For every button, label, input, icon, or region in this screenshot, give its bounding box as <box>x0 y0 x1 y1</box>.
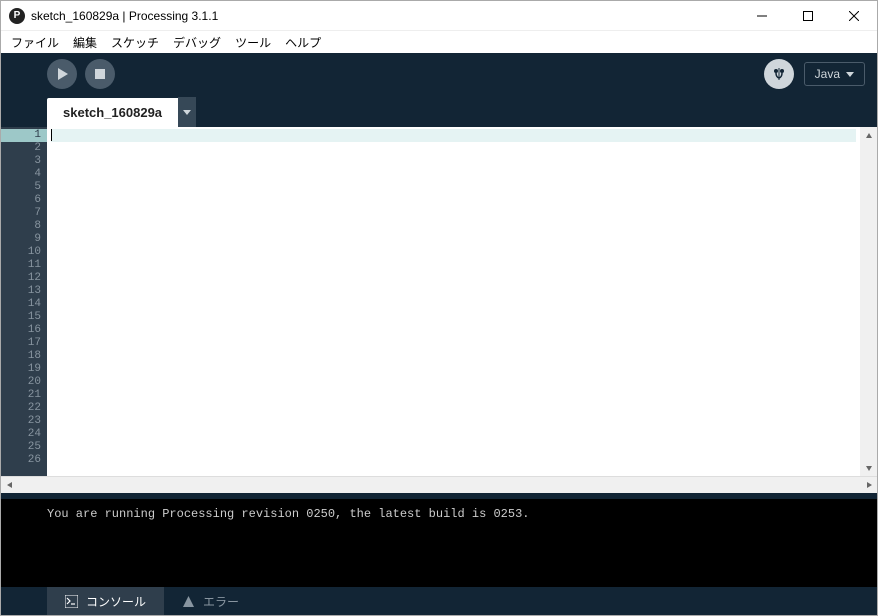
app-icon: P <box>9 8 25 24</box>
scroll-right-button[interactable] <box>860 477 877 493</box>
menu-tools[interactable]: ツール <box>229 32 277 53</box>
maximize-button[interactable] <box>785 1 831 31</box>
scroll-up-button[interactable] <box>860 127 877 144</box>
mode-label: Java <box>815 67 840 81</box>
console-icon <box>65 595 78 608</box>
tab-dropdown[interactable] <box>178 97 196 127</box>
window-title: sketch_160829a | Processing 3.1.1 <box>31 9 739 23</box>
scroll-left-button[interactable] <box>1 477 18 493</box>
chevron-down-icon <box>846 72 854 77</box>
horizontal-scrollbar[interactable] <box>1 476 877 493</box>
vertical-scrollbar[interactable] <box>860 127 877 476</box>
warning-icon <box>182 595 195 608</box>
editor-area: 1234567891011121314151617181920212223242… <box>1 127 877 476</box>
console-tab-label: コンソール <box>86 593 146 610</box>
minimize-button[interactable] <box>739 1 785 31</box>
menu-edit[interactable]: 編集 <box>67 32 103 53</box>
titlebar: P sketch_160829a | Processing 3.1.1 <box>1 1 877 31</box>
close-button[interactable] <box>831 1 877 31</box>
run-button[interactable] <box>47 59 77 89</box>
debug-icon-button[interactable] <box>764 59 794 89</box>
line-gutter: 1234567891011121314151617181920212223242… <box>1 127 47 476</box>
menubar: ファイル 編集 スケッチ デバッグ ツール ヘルプ <box>1 31 877 53</box>
mode-selector[interactable]: Java <box>804 62 865 86</box>
toolbar: Java <box>1 53 877 95</box>
bottom-tabs: コンソール エラー <box>1 587 877 615</box>
scroll-down-button[interactable] <box>860 459 877 476</box>
errors-tab[interactable]: エラー <box>164 587 257 615</box>
stop-button[interactable] <box>85 59 115 89</box>
console-output: You are running Processing revision 0250… <box>1 499 877 587</box>
menu-help[interactable]: ヘルプ <box>279 32 327 53</box>
console-tab[interactable]: コンソール <box>47 587 164 615</box>
console-message: You are running Processing revision 0250… <box>47 507 865 521</box>
menu-file[interactable]: ファイル <box>5 32 65 53</box>
chevron-down-icon <box>183 110 191 115</box>
sketch-tab[interactable]: sketch_160829a <box>47 98 178 127</box>
errors-tab-label: エラー <box>203 593 239 610</box>
code-editor[interactable] <box>47 127 860 476</box>
tab-bar: sketch_160829a <box>1 95 877 127</box>
menu-sketch[interactable]: スケッチ <box>105 32 165 53</box>
menu-debug[interactable]: デバッグ <box>167 32 227 53</box>
